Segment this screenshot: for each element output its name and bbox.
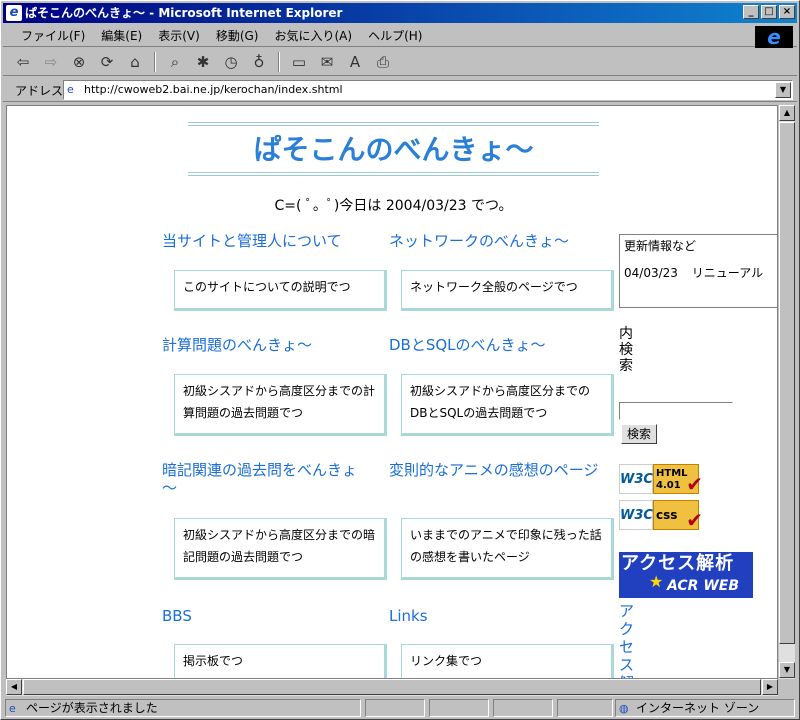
access-analysis-link[interactable]: アクセス解 xyxy=(619,602,635,678)
browser-window: e ぱそこんのべんきょ～ - Microsoft Internet Explor… xyxy=(0,0,800,720)
header-divider xyxy=(188,122,599,126)
address-bar: アドレス e http://cwoweb2.bai.ne.jp/kerochan… xyxy=(3,78,797,102)
horizontal-scrollbar[interactable]: ◀ ▶ xyxy=(6,679,778,696)
address-label: アドレス xyxy=(15,84,64,98)
status-bar: e ページが表示されました ◍ インターネット ゾーン xyxy=(3,698,797,718)
status-pane xyxy=(365,699,425,717)
favorites-icon[interactable]: ✱ xyxy=(191,51,215,73)
page-icon: e xyxy=(67,83,74,96)
acr-line2: ACR WEB xyxy=(667,578,740,594)
search-icon[interactable]: ⌕ xyxy=(163,51,187,73)
section-link-about[interactable]: 当サイトと管理人について xyxy=(162,232,377,250)
date-value: 2004/03/23 xyxy=(385,198,467,214)
header-divider xyxy=(188,172,599,176)
news-item: 04/03/23 リニューアル xyxy=(624,264,777,281)
scroll-up-icon[interactable]: ▲ xyxy=(779,105,795,121)
print-icon[interactable]: ⎙ xyxy=(371,51,395,73)
home-icon[interactable]: ⌂ xyxy=(123,51,147,73)
globe-icon: ◍ xyxy=(619,702,629,715)
menu-help[interactable]: ヘルプ(H) xyxy=(360,25,430,47)
section-link-links[interactable]: Links xyxy=(389,607,604,625)
page-done-icon: e xyxy=(9,702,16,715)
horizontal-scroll-thumb[interactable] xyxy=(23,679,761,695)
history-icon[interactable]: ◷ xyxy=(219,51,243,73)
status-pane xyxy=(429,699,489,717)
news-date: 04/03/23 xyxy=(624,266,678,280)
scroll-left-icon[interactable]: ◀ xyxy=(6,679,22,695)
news-box: 更新情報など 04/03/23 リニューアル xyxy=(619,234,777,308)
menu-view[interactable]: 表示(V) xyxy=(150,25,208,47)
address-dropdown-icon[interactable]: ▼ xyxy=(775,82,791,98)
mail-icon[interactable]: ✉ xyxy=(315,51,339,73)
maximize-button[interactable]: □ xyxy=(761,5,777,19)
search-input[interactable] xyxy=(619,402,733,420)
fullscreen-icon[interactable]: ▭ xyxy=(287,51,311,73)
w3c-html-badge[interactable]: W3C HTML 4.01 ✔ xyxy=(619,464,703,496)
w3c-css-badge[interactable]: W3C css ✔ xyxy=(619,500,703,532)
title-bar: e ぱそこんのべんきょ～ - Microsoft Internet Explor… xyxy=(3,3,797,23)
menu-edit[interactable]: 編集(E) xyxy=(93,25,150,47)
acr-line1: アクセス解析 xyxy=(621,553,735,574)
section-desc-calc: 初級シスアドから高度区分までの計算問題の過去問題でつ xyxy=(174,374,387,436)
section-desc-about: このサイトについての説明でつ xyxy=(174,270,387,311)
news-heading: 更新情報など xyxy=(624,239,697,253)
address-url: http://cwoweb2.bai.ne.jp/kerochan/index.… xyxy=(84,83,343,96)
status-pane xyxy=(557,699,613,717)
acr-web-banner[interactable]: アクセス解析 ★ ACR WEB xyxy=(619,552,753,598)
channels-icon[interactable]: ♁ xyxy=(247,51,271,73)
menu-file[interactable]: ファイル(F) xyxy=(13,25,93,47)
window-title: ぱそこんのべんきょ～ - Microsoft Internet Explorer xyxy=(25,6,343,20)
section-link-bbs[interactable]: BBS xyxy=(162,607,377,625)
date-suffix: でつ。 xyxy=(471,198,513,214)
page-title: ぱそこんのべんきょ～ xyxy=(253,133,534,166)
date-prefix: C=( ﾟ。ﾟ)今日は xyxy=(274,198,382,214)
section-desc-links: リンク集でつ xyxy=(401,644,614,678)
stop-icon[interactable]: ⊗ xyxy=(67,51,91,73)
menu-favorites[interactable]: お気に入り(A) xyxy=(266,25,360,47)
page-viewport: ぱそこんのべんきょ～ C=( ﾟ。ﾟ)今日は 2004/03/23 でつ。 当サ… xyxy=(6,105,778,679)
font-icon[interactable]: A xyxy=(343,51,367,73)
status-message-pane: e ページが表示されました xyxy=(5,699,361,717)
news-text: リニューアル xyxy=(691,266,764,280)
section-link-memory[interactable]: 暗記関連の過去問をべんきょ～ xyxy=(162,461,367,497)
zone-pane: ◍ インターネット ゾーン xyxy=(615,699,795,717)
refresh-icon[interactable]: ⟳ xyxy=(95,51,119,73)
close-button[interactable]: × xyxy=(779,5,795,19)
zone-text: インターネット ゾーン xyxy=(636,701,760,715)
checkmark-icon: ✔ xyxy=(686,472,703,496)
menu-bar: ファイル(F) 編集(E) 表示(V) 移動(G) お気に入り(A) ヘルプ(H… xyxy=(3,25,797,48)
menu-go[interactable]: 移動(G) xyxy=(208,25,267,47)
section-desc-anime: いままでのアニメで印象に残った話の感想を書いたページ xyxy=(401,518,614,580)
back-icon[interactable]: ⇦ xyxy=(11,51,35,73)
vertical-scrollbar[interactable]: ▲ ▼ xyxy=(778,105,795,679)
status-message: ページが表示されました xyxy=(26,701,158,715)
star-icon: ★ xyxy=(649,572,664,591)
section-desc-db: 初級シスアドから高度区分までのDBとSQLの過去問題でつ xyxy=(401,374,614,436)
scroll-right-icon[interactable]: ▶ xyxy=(762,679,778,695)
ie-small-icon: e xyxy=(6,5,22,21)
section-desc-bbs: 掲示板でつ xyxy=(174,644,387,678)
section-link-calc[interactable]: 計算問題のべんきょ～ xyxy=(162,336,377,354)
scroll-down-icon[interactable]: ▼ xyxy=(779,662,795,678)
checkmark-icon: ✔ xyxy=(686,508,703,532)
status-pane xyxy=(493,699,553,717)
section-link-db[interactable]: DBとSQLのべんきょ～ xyxy=(389,336,604,354)
w3c-logo: W3C xyxy=(619,500,653,530)
ie-logo-icon: e xyxy=(755,26,793,48)
address-input[interactable]: e http://cwoweb2.bai.ne.jp/kerochan/inde… xyxy=(63,80,793,100)
section-desc-network: ネットワーク全般のページでつ xyxy=(401,270,614,311)
search-label: 内検索 xyxy=(619,326,633,374)
forward-icon[interactable]: ⇨ xyxy=(39,51,63,73)
vertical-scroll-thumb[interactable] xyxy=(779,122,795,644)
section-desc-memory: 初級シスアドから高度区分までの暗記問題の過去問題でつ xyxy=(174,518,387,580)
section-link-network[interactable]: ネットワークのべんきょ～ xyxy=(389,232,604,250)
search-button[interactable]: 検索 xyxy=(621,424,657,444)
section-link-anime[interactable]: 変則的なアニメの感想のページ xyxy=(389,461,604,479)
w3c-logo: W3C xyxy=(619,464,653,494)
minimize-button[interactable]: _ xyxy=(743,5,759,19)
toolbar: ⇦ ⇨ ⊗ ⟳ ⌂ ⌕ ✱ ◷ ♁ ▭ ✉ A ⎙ xyxy=(3,48,797,76)
date-line: C=( ﾟ。ﾟ)今日は 2004/03/23 でつ。 xyxy=(188,195,599,215)
